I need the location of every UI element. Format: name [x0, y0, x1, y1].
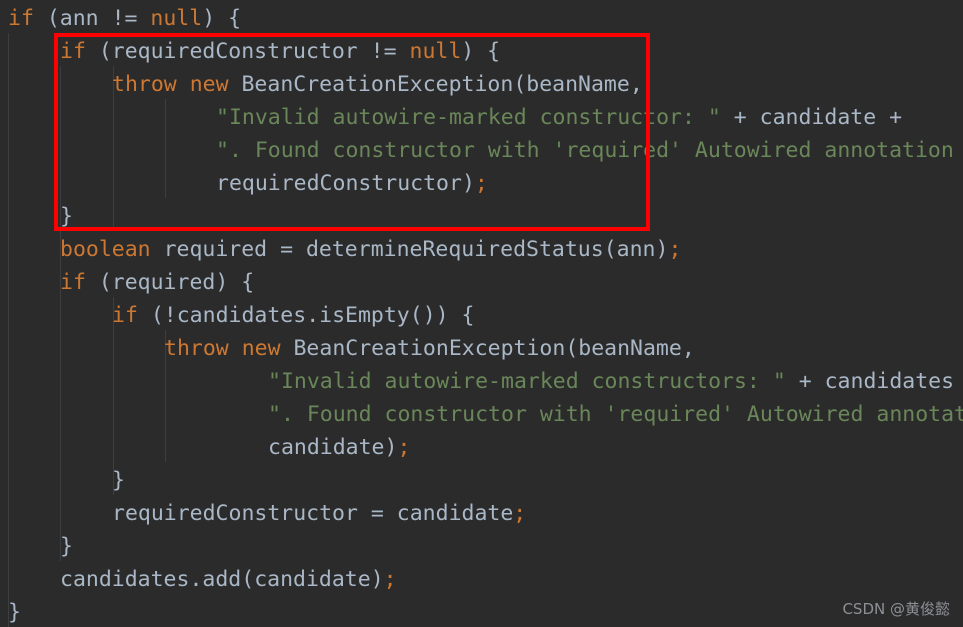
code-token: !=: [357, 39, 410, 64]
code-token: (: [85, 39, 112, 64]
code-token: if: [8, 6, 34, 31]
code-line: throw new BeanCreationException(beanName…: [0, 68, 963, 101]
code-token: candidate: [268, 435, 385, 460]
code-token: ;: [474, 171, 488, 196]
code-editor-screenshot: if (ann != null) {if (requiredConstructo…: [0, 0, 963, 627]
code-token: ): [370, 567, 384, 592]
code-token: .: [189, 567, 203, 592]
code-token: beanName: [526, 72, 630, 97]
code-line: }: [0, 464, 963, 497]
code-token: (: [603, 237, 617, 262]
code-line: candidate);: [0, 431, 963, 464]
code-line: "Invalid autowire-marked constructors: "…: [0, 365, 963, 398]
code-token: }: [60, 204, 73, 229]
code-token: }: [60, 534, 73, 559]
code-token: ): [655, 237, 669, 262]
code-line: ". Found constructor with 'required' Aut…: [0, 134, 963, 167]
code-line: }: [0, 596, 963, 627]
code-token: required: [111, 270, 216, 295]
code-token: +: [720, 105, 760, 130]
code-token: if: [60, 270, 86, 295]
code-token: requiredConstructor: [112, 501, 358, 526]
code-line: throw new BeanCreationException(beanName…: [0, 332, 963, 365]
code-token: ) {: [202, 6, 242, 31]
code-token: +: [785, 369, 825, 394]
code-line: requiredConstructor = candidate;: [0, 497, 963, 530]
code-token: required: [163, 237, 268, 262]
code-token: beanName: [578, 336, 682, 361]
code-token: ) {: [215, 270, 255, 295]
code-token: BeanCreationException: [293, 336, 566, 361]
code-token: new: [241, 336, 281, 361]
code-token: candidates: [176, 303, 307, 328]
code-token: .: [306, 303, 320, 328]
code-line: ". Found constructor with 'required' Aut…: [0, 398, 963, 431]
code-token: }: [112, 468, 125, 493]
code-token: new: [189, 72, 229, 97]
code-line: "Invalid autowire-marked constructor: " …: [0, 101, 963, 134]
code-line: if (required) {: [0, 266, 963, 299]
code-token: null: [409, 39, 462, 64]
code-line: boolean required = determineRequiredStat…: [0, 233, 963, 266]
code-token: ". Found constructor with 'required' Aut…: [216, 138, 954, 163]
code-line: if (!candidates.isEmpty()) {: [0, 299, 963, 332]
code-token: ;: [397, 435, 411, 460]
code-token: (: [85, 270, 112, 295]
code-token: candidate: [759, 105, 877, 130]
code-token: ,: [681, 336, 695, 361]
code-line: requiredConstructor);: [0, 167, 963, 200]
code-token: "Invalid autowire-marked constructor: ": [216, 105, 721, 130]
code-token: (: [565, 336, 579, 361]
code-token: candidate: [396, 501, 514, 526]
code-token: ;: [668, 237, 682, 262]
code-token: (!: [137, 303, 177, 328]
csdn-watermark: CSDN @黄俊懿: [842, 600, 950, 618]
code-token: if: [60, 39, 86, 64]
code-token: ,: [629, 72, 643, 97]
code-token: throw: [164, 336, 229, 361]
code-token: ): [384, 435, 398, 460]
code-token: boolean: [60, 237, 151, 262]
code-line: if (ann != null) {: [0, 2, 963, 35]
code-token: (: [33, 6, 60, 31]
code-token: }: [8, 600, 21, 625]
code-token: (: [241, 567, 255, 592]
code-token: =: [357, 501, 397, 526]
code-token: "Invalid autowire-marked constructors: ": [268, 369, 786, 394]
code-token: ann: [59, 6, 99, 31]
code-token: (: [513, 72, 527, 97]
code-token: null: [150, 6, 203, 31]
code-token: ;: [513, 501, 527, 526]
code-token: ()) {: [409, 303, 475, 328]
code-token: ): [461, 171, 475, 196]
code-line: }: [0, 530, 963, 563]
code-block: if (ann != null) {if (requiredConstructo…: [0, 0, 963, 627]
code-token: if: [112, 303, 138, 328]
code-line: candidates.add(candidate);: [0, 563, 963, 596]
code-token: determineRequiredStatus: [305, 237, 604, 262]
code-line: }: [0, 200, 963, 233]
code-line: if (requiredConstructor != null) {: [0, 35, 963, 68]
code-token: ". Found constructor with 'required' Aut…: [268, 402, 963, 427]
code-token: isEmpty: [319, 303, 410, 328]
code-token: candidate: [254, 567, 371, 592]
code-token: ) {: [461, 39, 501, 64]
code-token: =: [267, 237, 306, 262]
code-token: ;: [383, 567, 397, 592]
code-token: requiredConstructor: [111, 39, 358, 64]
code-token: add: [202, 567, 242, 592]
code-token: candidates: [824, 369, 955, 394]
code-token: throw: [112, 72, 177, 97]
code-token: !=: [98, 6, 151, 31]
code-token: candidates: [60, 567, 190, 592]
code-token: +: [876, 105, 903, 130]
code-token: requiredConstructor: [216, 171, 462, 196]
code-token: BeanCreationException: [241, 72, 514, 97]
code-token: ann: [616, 237, 656, 262]
